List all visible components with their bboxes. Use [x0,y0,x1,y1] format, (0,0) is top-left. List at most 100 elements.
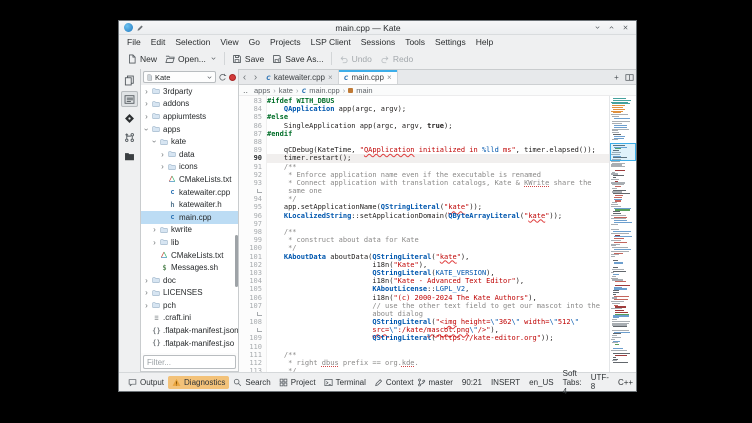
code-line[interactable]: i18n("Kate - Advanced Text Editor"), [267,277,609,285]
tree-item[interactable]: cmain.cpp [141,211,238,224]
breadcrumb-segment[interactable]: kate [279,86,293,95]
statusbar-master[interactable]: master [417,378,452,387]
code-line[interactable]: QStringLiteral("https://kate-editor.org"… [267,334,609,342]
code-line[interactable]: qCDebug(KateTime, "QApplication initiali… [267,146,609,154]
code-line[interactable]: KLocalizedString::setApplicationDomain(Q… [267,212,609,220]
statusbar-utf-8[interactable]: UTF-8 [591,373,609,391]
statusbar-project-button[interactable]: Project [275,376,320,389]
menu-view[interactable]: View [215,37,243,47]
breadcrumb-segment[interactable]: apps [254,86,270,95]
code-line[interactable]: */ [267,195,609,203]
minimap-scrollbar[interactable] [609,96,636,372]
code-line[interactable]: */ [267,244,609,252]
code-line[interactable]: #ifdef WITH_DBUS [267,97,609,105]
code-line[interactable]: QStringLiteral("<img height=\"362\" widt… [267,318,609,326]
code-line[interactable]: same one [267,187,609,195]
tree-item[interactable]: ›3rdparty [141,85,238,98]
saveas-button[interactable]: Save As... [268,52,327,66]
expander-closed-icon[interactable]: › [143,288,150,297]
menu-lsp-client[interactable]: LSP Client [306,37,356,47]
statusbar-search-button[interactable]: Search [229,376,274,389]
history-forward-icon[interactable]: › [250,70,261,84]
tree-item[interactable]: ›apps [141,123,238,136]
menu-sessions[interactable]: Sessions [356,37,401,47]
tree-item[interactable]: ≡.craft.ini [141,312,238,325]
project-selector[interactable]: Kate [143,71,216,83]
breadcrumb-overflow-icon[interactable]: ‥ [243,86,248,95]
tree-item[interactable]: CMakeLists.txt [141,173,238,186]
tree-item[interactable]: ›kwrite [141,224,238,237]
statusbar-context-button[interactable]: Context [370,376,418,389]
save-button[interactable]: Save [228,52,268,66]
title-bar[interactable]: main.cpp — Kate [119,21,636,35]
code-line[interactable]: src=\":/kate/mascot.png\"/>"), [267,326,609,334]
reload-project-icon[interactable] [218,73,227,82]
code-line[interactable]: /** [267,228,609,236]
statusbar-90-21[interactable]: 90:21 [462,378,482,387]
code-line[interactable]: * construct about data for Kate [267,236,609,244]
history-back-icon[interactable]: ‹ [239,70,250,84]
code-line[interactable]: i18n("(c) 2000-2024 The Kate Authors"), [267,294,609,302]
expander-closed-icon[interactable]: › [143,87,150,96]
menu-help[interactable]: Help [471,37,498,47]
tree-item[interactable]: ›addons [141,98,238,111]
expander-closed-icon[interactable]: › [159,150,166,159]
code-line[interactable]: * Connect application with translation c… [267,179,609,187]
code-line[interactable]: QApplication app(argc, argv); [267,105,609,113]
menu-go[interactable]: Go [244,37,265,47]
code-text[interactable]: #ifdef WITH_DBUS QApplication app(argc, … [267,96,609,372]
tree-item[interactable]: ckatewaiter.cpp [141,186,238,199]
expander-closed-icon[interactable]: › [151,238,158,247]
expander-closed-icon[interactable]: › [143,112,150,121]
sidebar-tool-symbols-icon[interactable] [121,129,138,145]
tree-item[interactable]: {}.flatpak-manifest.json [141,324,238,337]
tree-item[interactable]: ›pch [141,299,238,312]
menu-edit[interactable]: Edit [146,37,171,47]
statusbar-diagnostics-button[interactable]: Diagnostics [168,376,229,389]
code-line[interactable]: /** [267,351,609,359]
code-line[interactable]: * Enforce application name even if the e… [267,171,609,179]
sidebar-tool-project-icon[interactable] [121,91,138,107]
maximize-button[interactable] [606,23,617,33]
expander-closed-icon[interactable]: › [151,225,158,234]
code-line[interactable]: #else [267,113,609,121]
code-line[interactable]: timer.restart(); [267,154,609,162]
tree-item[interactable]: ›appiumtests [141,110,238,123]
expander-closed-icon[interactable]: › [143,99,150,108]
stop-index-icon[interactable] [229,74,236,81]
menu-selection[interactable]: Selection [170,37,215,47]
tab-katewaiter.cpp[interactable]: ckatewaiter.cpp× [261,70,339,84]
code-line[interactable]: * right dbus prefix == org.kde. [267,359,609,367]
statusbar-terminal-button[interactable]: Terminal [320,376,370,389]
code-line[interactable]: KAboutData aboutData(QStringLiteral("kat… [267,253,609,261]
tree-scrollbar[interactable] [235,235,238,287]
code-line[interactable] [267,220,609,228]
breadcrumb-segment[interactable]: main.cpp [309,86,339,95]
statusbar-soft-tabs-4[interactable]: Soft Tabs: 4 [563,369,582,396]
statusbar-c++[interactable]: C++ [618,378,633,387]
code-line[interactable]: SingleApplication app(argc, argv, true); [267,122,609,130]
code-line[interactable]: /** [267,163,609,171]
open-button[interactable]: Open... [161,52,221,66]
breadcrumb-segment[interactable]: main [356,86,372,95]
expander-closed-icon[interactable]: › [143,276,150,285]
code-line[interactable]: i18n("Kate"), [267,261,609,269]
statusbar-output-button[interactable]: Output [124,376,168,389]
tab-main.cpp[interactable]: cmain.cpp× [339,70,398,84]
code-line[interactable]: #endif [267,130,609,138]
tree-item[interactable]: ›LICENSES [141,287,238,300]
sidebar-tool-git-icon[interactable] [121,110,138,126]
sidebar-tool-filesystem-icon[interactable] [121,148,138,164]
expander-closed-icon[interactable]: › [159,162,166,171]
tab-close-icon[interactable]: × [387,73,392,82]
sidebar-tool-documents-icon[interactable] [121,72,138,88]
code-line[interactable]: QStringLiteral(KATE_VERSION), [267,269,609,277]
tree-item[interactable]: ›lib [141,236,238,249]
close-button[interactable] [620,23,631,33]
menu-projects[interactable]: Projects [265,37,306,47]
minimap-viewport[interactable] [610,143,636,161]
new-tab-icon[interactable]: + [610,70,623,84]
statusbar-insert[interactable]: INSERT [491,378,520,387]
tree-item[interactable]: {}.flatpak-manifest.jso [141,337,238,350]
menu-file[interactable]: File [122,37,146,47]
